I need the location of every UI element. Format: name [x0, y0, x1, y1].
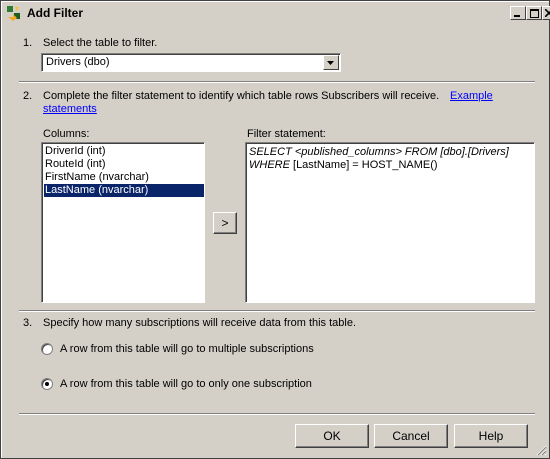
step2-label: Complete the filter statement to identif… [43, 90, 440, 102]
example-statements-link[interactable]: Example [450, 90, 493, 102]
divider-1 [19, 81, 535, 83]
filter-where-line: WHERE [LastName] = HOST_NAME() [249, 159, 534, 172]
maximize-button[interactable] [526, 6, 542, 20]
minimize-button[interactable] [510, 6, 526, 20]
column-item-driverid[interactable]: DriverId (int) [44, 145, 204, 158]
minimize-icon [514, 15, 520, 17]
add-column-button[interactable]: > [213, 212, 237, 234]
step2-number: 2. [23, 90, 33, 102]
filter-app-icon [6, 5, 22, 21]
columns-list[interactable]: DriverId (int) RouteId (int) FirstName (… [41, 142, 205, 303]
radio-multiple-subscriptions[interactable] [41, 343, 53, 355]
step1-label: Select the table to filter. [43, 37, 158, 49]
step3-number: 3. [23, 317, 33, 329]
add-filter-dialog: Add Filter 1. Select the table to filter… [0, 0, 550, 459]
title-bar[interactable]: Add Filter [3, 3, 550, 23]
close-button[interactable] [542, 6, 550, 20]
filter-select-line: SELECT <published_columns> FROM [dbo].[D… [249, 146, 509, 158]
ok-button[interactable]: OK [295, 424, 369, 448]
table-select[interactable]: Drivers (dbo) [41, 53, 341, 72]
where-condition: [LastName] = HOST_NAME() [289, 159, 438, 171]
close-icon [545, 9, 550, 17]
where-keyword: WHERE [249, 159, 290, 171]
divider-2 [19, 310, 535, 312]
radio-selected-dot [45, 382, 49, 386]
filter-statement-editor[interactable]: SELECT <published_columns> FROM [dbo].[D… [245, 142, 535, 303]
radio-one-subscription-label[interactable]: A row from this table will go to only on… [60, 378, 312, 390]
divider-3 [19, 413, 535, 415]
maximize-icon [529, 8, 539, 18]
column-item-routeid[interactable]: RouteId (int) [44, 158, 204, 171]
window-title: Add Filter [27, 6, 83, 20]
radio-multiple-subscriptions-label[interactable]: A row from this table will go to multipl… [60, 343, 314, 355]
step3-label: Specify how many subscriptions will rece… [43, 317, 357, 329]
chevron-down-icon [327, 61, 334, 65]
columns-label: Columns: [43, 128, 90, 140]
table-select-value: Drivers (dbo) [46, 56, 110, 68]
radio-one-subscription[interactable] [41, 378, 53, 390]
column-item-firstname[interactable]: FirstName (nvarchar) [44, 171, 204, 184]
table-select-dropdown-button[interactable] [323, 55, 339, 70]
resize-grip[interactable] [535, 444, 547, 456]
example-statements-link-continued[interactable]: statements [43, 103, 97, 115]
help-button[interactable]: Help [454, 424, 528, 448]
step1-number: 1. [23, 37, 33, 49]
cancel-button[interactable]: Cancel [374, 424, 448, 448]
filter-statement-label: Filter statement: [247, 128, 326, 140]
resize-grip-icon [536, 445, 547, 456]
column-item-lastname[interactable]: LastName (nvarchar) [44, 184, 204, 197]
